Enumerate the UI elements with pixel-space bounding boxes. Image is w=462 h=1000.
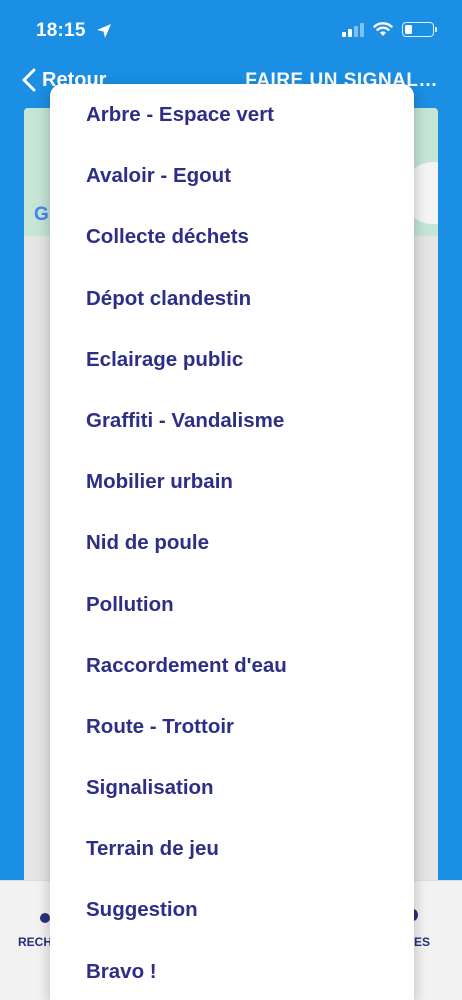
- category-item[interactable]: Avaloir - Egout: [50, 160, 414, 221]
- location-arrow-icon: [97, 24, 111, 38]
- category-item[interactable]: Arbre - Espace vert: [50, 99, 414, 160]
- category-item[interactable]: Bravo !: [50, 956, 414, 1000]
- category-item[interactable]: Mobilier urbain: [50, 466, 414, 527]
- tab-search[interactable]: RECH: [18, 935, 52, 949]
- tab-right[interactable]: ES: [414, 935, 430, 949]
- status-bar: 18:15: [0, 0, 462, 60]
- wifi-icon: [373, 22, 393, 36]
- category-item[interactable]: Suggestion: [50, 894, 414, 955]
- battery-icon: [402, 22, 437, 37]
- category-item[interactable]: Dépot clandestin: [50, 283, 414, 344]
- search-tab-icon: [40, 913, 50, 923]
- category-dropdown: Arbre - Espace vert Avaloir - Egout Coll…: [50, 84, 414, 1000]
- category-item[interactable]: Route - Trottoir: [50, 711, 414, 772]
- cellular-signal-icon: [342, 22, 364, 37]
- category-item[interactable]: Pollution: [50, 589, 414, 650]
- category-item[interactable]: Nid de poule: [50, 527, 414, 588]
- category-item[interactable]: Raccordement d'eau: [50, 650, 414, 711]
- chevron-left-icon: [22, 68, 36, 92]
- google-logo: G: [34, 204, 49, 225]
- status-time: 18:15: [36, 20, 86, 41]
- category-item[interactable]: Eclairage public: [50, 344, 414, 405]
- category-item[interactable]: Collecte déchets: [50, 221, 414, 282]
- category-item[interactable]: Graffiti - Vandalisme: [50, 405, 414, 466]
- category-item[interactable]: Signalisation: [50, 772, 414, 833]
- status-indicators: [342, 22, 437, 37]
- category-list: Arbre - Espace vert Avaloir - Egout Coll…: [50, 84, 414, 1000]
- category-item[interactable]: Terrain de jeu: [50, 833, 414, 894]
